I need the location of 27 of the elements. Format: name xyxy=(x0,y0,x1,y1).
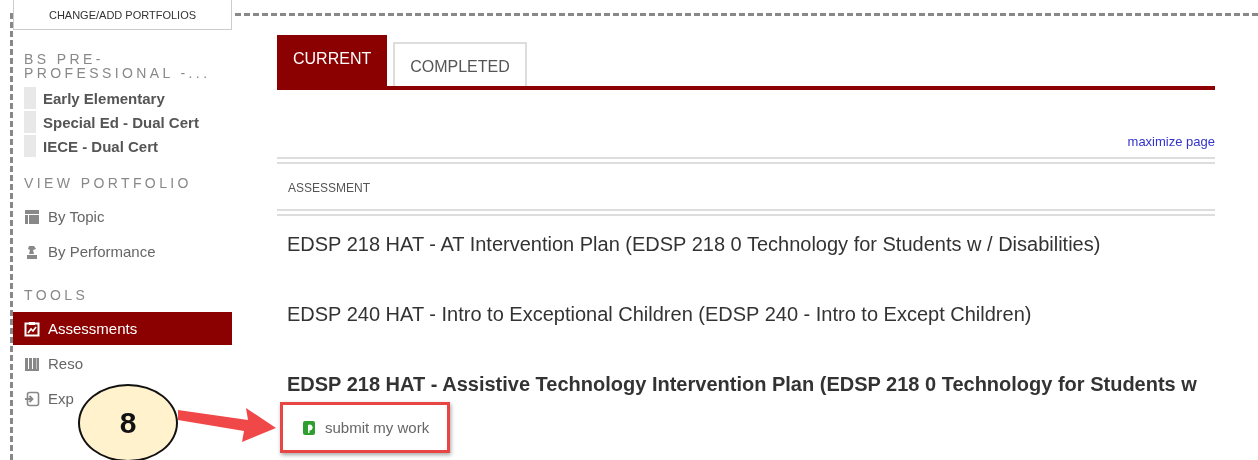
program-link[interactable]: Early Elementary xyxy=(43,89,165,107)
program-link[interactable]: Special Ed - Dual Cert xyxy=(43,113,199,131)
clipboard-chart-icon xyxy=(24,320,40,337)
assessment-title[interactable]: EDSP 218 HAT - AT Intervention Plan (EDSP 218 0 Technology for Students w / Disabilities) xyxy=(277,216,1215,278)
sidebar-item[interactable]: By Topic xyxy=(13,200,111,233)
tab[interactable]: CURRENT xyxy=(277,35,388,86)
assessment-title[interactable]: EDSP 218 HAT - Assistive Technology Intervention Plan (EDSP 218 0 Technology for Students w xyxy=(277,348,1215,402)
chess-piece-icon xyxy=(24,243,40,260)
sidebar-item[interactable]: By Performance xyxy=(13,235,162,268)
tab[interactable]: COMPLETED xyxy=(393,42,527,86)
sidebar-item[interactable]: Reso xyxy=(13,347,90,380)
column-header: ASSESSMENT xyxy=(287,180,372,197)
submit-work-button[interactable]: submit my work xyxy=(280,402,451,453)
document-icon xyxy=(301,419,317,436)
export-icon xyxy=(24,390,40,407)
maximize-page-link[interactable]: maximize page xyxy=(1127,134,1215,149)
assessment-title[interactable]: EDSP 240 HAT - Intro to Exceptional Children (EDSP 240 - Intro to Except Children) xyxy=(277,278,1215,348)
step-callout: 8 xyxy=(78,384,178,460)
section-heading: TOOLS xyxy=(23,288,90,302)
table-icon xyxy=(24,208,40,225)
change-portfolio-button[interactable]: CHANGE/ADD PORTFOLIOS xyxy=(13,0,232,30)
program-link[interactable]: IECE - Dual Cert xyxy=(43,137,159,155)
section-heading: VIEW PORTFOLIO xyxy=(23,176,193,190)
books-icon xyxy=(24,355,40,372)
sidebar-item[interactable]: Exp xyxy=(13,382,80,415)
sidebar-item[interactable]: Assessments xyxy=(13,312,232,345)
section-heading: BS PRE-PROFESSIONAL -... xyxy=(23,52,212,80)
